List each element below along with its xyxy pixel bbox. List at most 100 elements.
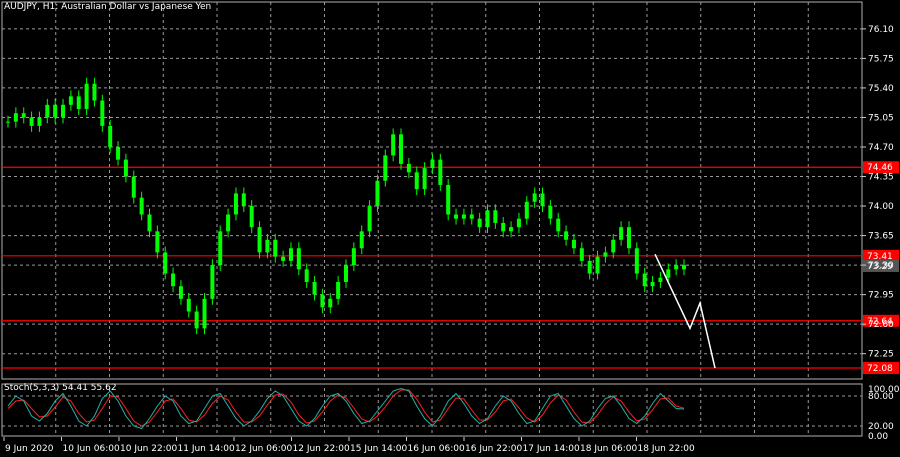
candle-body	[53, 104, 58, 118]
candle-body	[21, 113, 26, 118]
candle-body	[226, 214, 231, 232]
candle-body	[461, 214, 466, 219]
candle-body	[454, 214, 459, 219]
candle-body	[430, 159, 435, 169]
symbol-title: AUDJPY, H1: Australian Dollar vs Japanes…	[4, 2, 212, 12]
candle-body	[68, 96, 73, 105]
candle-body	[249, 206, 254, 228]
candle-body	[233, 193, 238, 215]
candle-body	[446, 184, 451, 215]
candle-body	[367, 206, 372, 232]
grid-lines	[1, 1, 863, 435]
candle-body	[469, 214, 474, 219]
price-tick-label: 72.25	[868, 350, 894, 360]
candle-body	[375, 180, 380, 207]
candle-body	[477, 218, 482, 228]
candle-body	[399, 134, 404, 164]
candle-body	[383, 155, 388, 181]
candle-body	[108, 125, 113, 147]
candle-body	[84, 83, 89, 110]
candle-body	[540, 193, 545, 207]
candle-body	[658, 277, 663, 282]
time-axis[interactable]: 9 Jun 2020 10 Jun 06:00 10 Jun 22:00 11 Jun…	[3, 437, 695, 454]
price-tick-label: 75.75	[868, 54, 894, 64]
candle-body	[564, 231, 569, 240]
candle-body	[155, 231, 160, 253]
candle-body	[139, 197, 144, 215]
price-tick-label: 74.70	[868, 143, 894, 153]
projection-line	[654, 253, 716, 369]
candle-body	[509, 227, 514, 232]
candle-body	[548, 206, 553, 219]
price-tick-label: 74.35	[868, 173, 894, 183]
candle-body	[634, 248, 639, 274]
candle-body	[100, 100, 105, 126]
candle-body	[438, 159, 443, 185]
stoch-level-label: 80.00	[868, 392, 894, 402]
candle-body	[666, 269, 671, 278]
time-tick-label: 10 Jun 22:00	[120, 444, 177, 454]
candle-body	[587, 260, 592, 274]
candle-body	[682, 265, 686, 270]
stoch-level-label: 20.00	[868, 422, 894, 432]
time-tick-label: 17 Jun 14:00	[523, 444, 580, 454]
time-tick-label: 18 Jun 06:00	[580, 444, 637, 454]
candle-body	[556, 218, 561, 232]
candle-body	[619, 227, 624, 240]
candle-body	[312, 281, 317, 295]
candle-body	[642, 273, 647, 287]
candle-body	[603, 252, 608, 257]
candle-body	[281, 256, 286, 261]
price-tick-label: 73.30	[868, 261, 894, 271]
candle-body	[218, 231, 223, 266]
candle-body	[92, 83, 97, 101]
horizontal-level-lines[interactable]: 74.4673.4172.6472.0873.29	[2, 161, 899, 375]
candle-body	[13, 113, 18, 122]
price-tick-label: 72.60	[868, 320, 894, 330]
candle-body	[241, 193, 246, 207]
candle-body	[171, 273, 176, 287]
candle-body	[163, 252, 168, 274]
stochastic-panel: 100.0080.0020.000.00	[1, 383, 900, 442]
candle-body	[194, 311, 199, 329]
time-tick-label: 16 Jun 22:00	[465, 444, 522, 454]
candle-body	[147, 214, 152, 232]
price-tick-label: 75.40	[868, 84, 894, 94]
candle-body	[210, 265, 215, 299]
candle-body	[37, 117, 42, 126]
candle-body	[485, 210, 490, 228]
candle-body	[123, 159, 128, 177]
candle-body	[359, 231, 364, 249]
candle-body	[571, 239, 576, 249]
candle-body	[422, 168, 427, 190]
candle-body	[532, 193, 537, 202]
candle-body	[493, 210, 498, 223]
level-label: 72.08	[867, 364, 893, 374]
candle-body	[288, 248, 293, 261]
time-tick-label: 9 Jun 2020	[5, 444, 54, 454]
price-tick-label: 72.95	[868, 291, 894, 301]
chart-area[interactable]: 74.4673.4172.6472.0873.29 76.10 75.75 75.4…	[0, 0, 900, 457]
candle-body	[178, 286, 183, 299]
price-tick-label: 75.05	[868, 113, 894, 123]
price-tick-label: 74.00	[868, 202, 894, 212]
candle-body	[351, 248, 356, 266]
time-tick-label: 16 Jun 06:00	[408, 444, 465, 454]
time-tick-label: 10 Jun 06:00	[63, 444, 120, 454]
candle-body	[406, 163, 411, 173]
stoch-level-label: 0.00	[868, 432, 888, 442]
projection-path	[654, 253, 716, 369]
candle-body	[61, 104, 66, 118]
candle-body	[501, 222, 506, 232]
price-tick-label: 73.65	[868, 232, 894, 242]
candle-body	[626, 227, 631, 249]
price-axis[interactable]: 76.10 75.75 75.40 75.05 74.70 74.35 74.00 73.65…	[862, 25, 894, 360]
candle-body	[202, 298, 207, 329]
candle-body	[328, 298, 333, 308]
candle-body	[273, 239, 278, 257]
candle-body	[76, 96, 81, 110]
candle-body	[257, 227, 262, 253]
candle-body	[304, 269, 309, 282]
candle-body	[516, 218, 521, 228]
time-tick-label: 12 Jun 06:00	[235, 444, 292, 454]
